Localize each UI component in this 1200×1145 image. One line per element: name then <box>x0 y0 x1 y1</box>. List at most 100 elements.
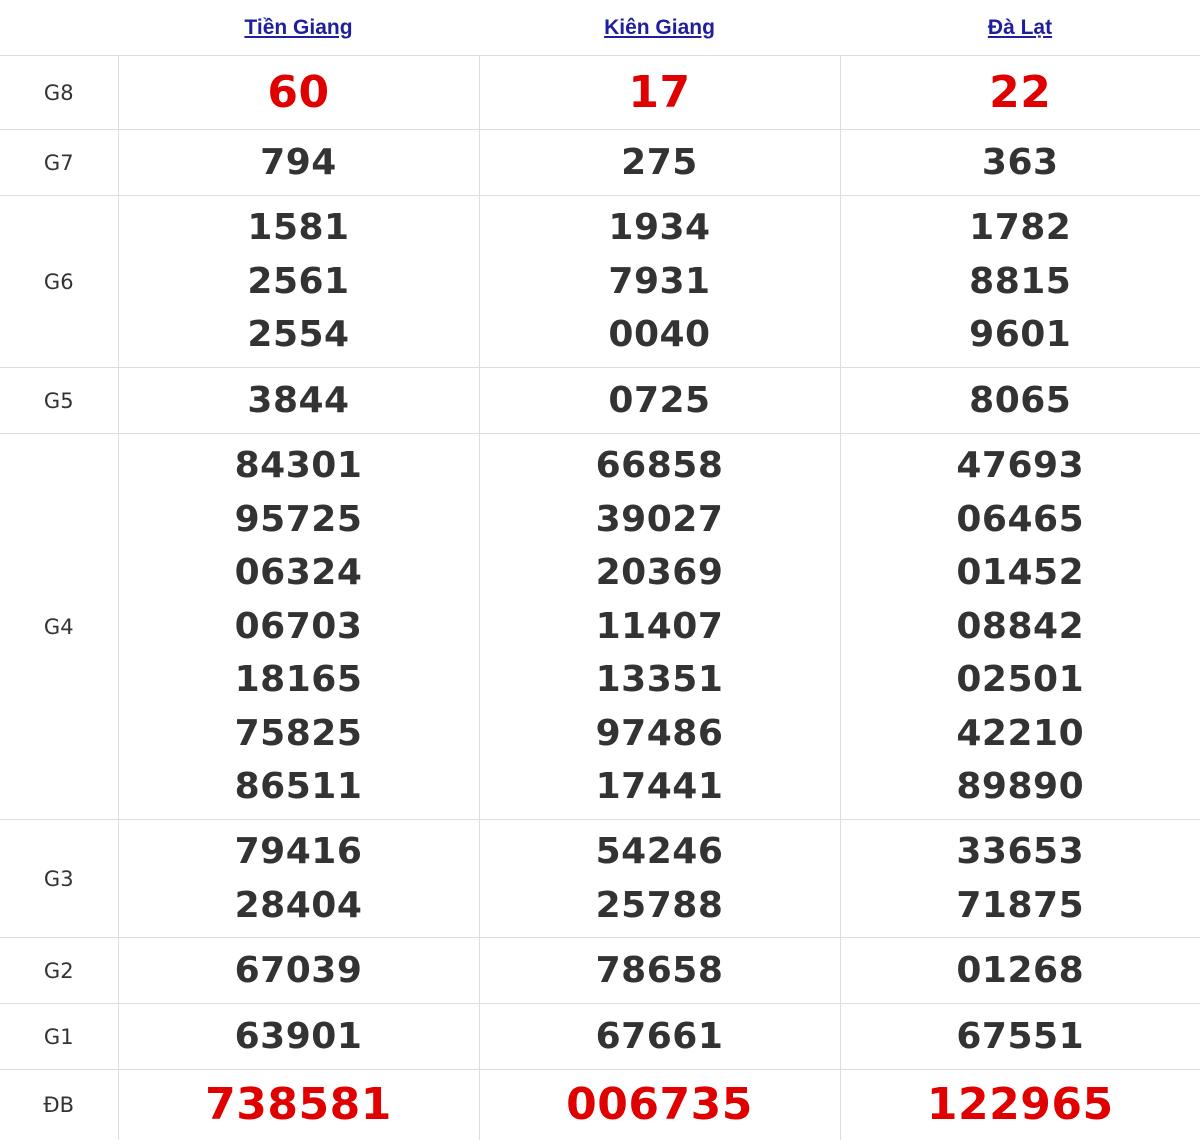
prize-number: 1782 <box>969 207 1072 249</box>
prize-number: 22 <box>989 67 1052 118</box>
prize-cell: 3844 <box>117 367 479 434</box>
prize-label: ĐB <box>43 1093 75 1117</box>
prize-cell: 78658 <box>478 937 840 1004</box>
prize-cell: 1782 8815 9601 <box>839 195 1200 368</box>
prize-number: 8815 <box>969 260 1072 302</box>
prize-number: 71875 <box>956 884 1085 926</box>
prize-number: 08842 <box>956 605 1085 647</box>
prize-number: 75825 <box>234 712 363 754</box>
prize-number: 06703 <box>234 605 363 647</box>
prize-number: 794 <box>260 142 337 183</box>
prize-cell: 67551 <box>839 1003 1200 1070</box>
province-link-tien-giang[interactable]: Tiền Giang <box>244 16 352 39</box>
prize-number: 39027 <box>595 498 724 540</box>
prize-number: 60 <box>267 67 330 118</box>
prize-label: G1 <box>0 1003 118 1070</box>
prize-cell: 794 <box>117 129 479 196</box>
header-province-cell: Đà Lạt <box>840 0 1200 56</box>
prize-number: 0725 <box>608 380 711 421</box>
prize-row-g2: G2 67039 78658 01268 <box>0 937 1200 1004</box>
prize-number: 06324 <box>234 552 363 594</box>
prize-row-g5: G5 3844 0725 8065 <box>0 367 1200 434</box>
prize-number: 79416 <box>234 831 363 872</box>
prize-cell: 738581 <box>117 1069 479 1140</box>
prize-cell: 006735 <box>478 1069 840 1140</box>
prize-cell: 122965 <box>839 1069 1200 1140</box>
prize-cell: 1581 2561 2554 <box>117 195 479 368</box>
special-prize-number: 122965 <box>926 1079 1114 1130</box>
prize-number: 01452 <box>956 552 1085 594</box>
prize-number: 20369 <box>595 552 724 594</box>
prize-cell: 1934 7931 0040 <box>478 195 840 368</box>
prize-number: 2561 <box>247 260 350 302</box>
prize-row-g1: G1 63901 67661 67551 <box>0 1003 1200 1070</box>
prize-number: 7931 <box>608 260 711 302</box>
prize-number: 95725 <box>234 498 363 540</box>
header-province-cell: Kiên Giang <box>479 0 840 56</box>
prize-number: 86511 <box>234 766 363 808</box>
prize-label: G6 <box>0 195 118 368</box>
prize-number: 3844 <box>247 380 350 421</box>
prize-number: 67039 <box>234 950 363 991</box>
province-link-da-lat[interactable]: Đà Lạt <box>988 16 1052 39</box>
prize-number: 54246 <box>595 831 724 872</box>
prize-number: 18165 <box>234 659 363 701</box>
prize-number: 89890 <box>956 766 1085 808</box>
prize-label: G2 <box>0 937 118 1004</box>
lottery-results-table: Tiền Giang Kiên Giang Đà Lạt G8 60 17 22… <box>0 0 1200 1140</box>
header-province-cell: Tiền Giang <box>118 0 479 56</box>
prize-number: 47693 <box>956 445 1085 487</box>
prize-label: G7 <box>0 129 118 196</box>
prize-number: 275 <box>621 142 698 183</box>
prize-number: 84301 <box>234 445 363 487</box>
prize-number: 28404 <box>234 884 363 926</box>
prize-number: 63901 <box>234 1016 363 1057</box>
prize-row-g3: G3 79416 28404 54246 25788 33653 71875 <box>0 819 1200 938</box>
prize-cell: 60 <box>117 55 479 130</box>
header-row: Tiền Giang Kiên Giang Đà Lạt <box>0 0 1200 56</box>
prize-number: 67661 <box>595 1016 724 1057</box>
prize-number: 78658 <box>595 950 724 991</box>
prize-row-g6: G6 1581 2561 2554 1934 7931 0040 1782 88… <box>0 195 1200 368</box>
prize-cell: 67661 <box>478 1003 840 1070</box>
prize-cell: 66858 39027 20369 11407 13351 97486 1744… <box>478 433 840 820</box>
prize-label: G4 <box>0 433 118 820</box>
special-prize-number: 006735 <box>566 1079 753 1130</box>
prize-number: 17 <box>628 67 691 118</box>
prize-label: G5 <box>0 367 118 434</box>
prize-cell: 17 <box>478 55 840 130</box>
prize-row-special: ĐB 738581 006735 122965 <box>0 1069 1200 1140</box>
prize-number: 2554 <box>247 314 350 356</box>
prize-number: 25788 <box>595 884 724 926</box>
prize-number: 67551 <box>956 1016 1085 1057</box>
prize-cell: 01268 <box>839 937 1200 1004</box>
prize-row-g4: G4 84301 95725 06324 06703 18165 75825 8… <box>0 433 1200 820</box>
province-link-kien-giang[interactable]: Kiên Giang <box>604 16 715 39</box>
prize-number: 11407 <box>595 605 724 647</box>
prize-cell: 47693 06465 01452 08842 02501 42210 8989… <box>839 433 1200 820</box>
prize-row-g8: G8 60 17 22 <box>0 55 1200 130</box>
prize-number: 0040 <box>608 314 711 356</box>
prize-cell: 363 <box>839 129 1200 196</box>
prize-cell: 79416 28404 <box>117 819 479 938</box>
prize-cell: 0725 <box>478 367 840 434</box>
prize-cell: 22 <box>839 55 1200 130</box>
prize-number: 01268 <box>956 950 1085 991</box>
prize-label: G3 <box>0 819 118 938</box>
prize-cell: 84301 95725 06324 06703 18165 75825 8651… <box>117 433 479 820</box>
prize-number: 02501 <box>956 659 1085 701</box>
prize-number: 8065 <box>969 380 1072 421</box>
prize-cell: 275 <box>478 129 840 196</box>
prize-cell: 54246 25788 <box>478 819 840 938</box>
prize-number: 33653 <box>956 831 1085 872</box>
prize-number: 1934 <box>608 207 711 249</box>
prize-number: 97486 <box>595 712 724 754</box>
prize-row-g7: G7 794 275 363 <box>0 129 1200 196</box>
special-prize-number: 738581 <box>205 1079 392 1130</box>
prize-number: 1581 <box>247 207 350 249</box>
prize-cell: 33653 71875 <box>839 819 1200 938</box>
prize-cell: 67039 <box>117 937 479 1004</box>
prize-number: 06465 <box>956 498 1085 540</box>
prize-number: 42210 <box>956 712 1085 754</box>
prize-number: 13351 <box>595 659 724 701</box>
